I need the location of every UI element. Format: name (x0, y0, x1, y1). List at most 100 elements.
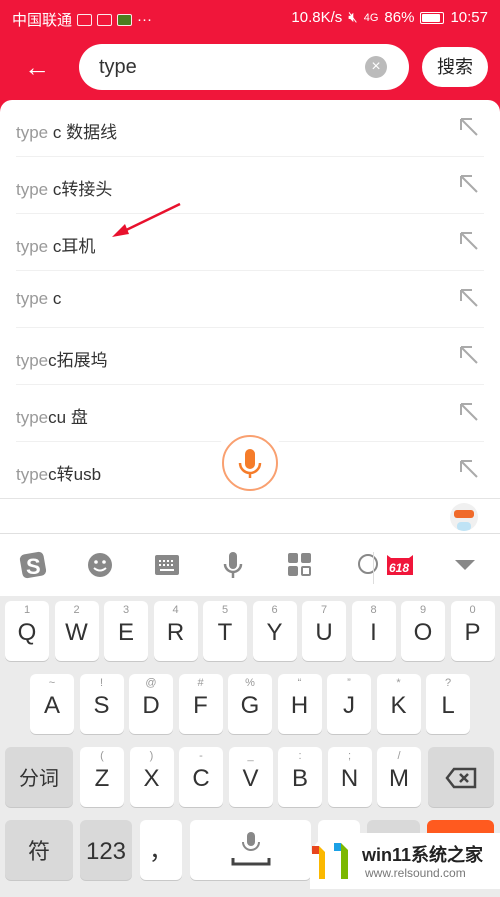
key-s[interactable]: ! S (79, 674, 124, 734)
fill-query-arrow-icon[interactable] (458, 401, 480, 423)
suggestion-item[interactable]: type c耳机 (16, 214, 484, 271)
key-label: 123 (85, 838, 127, 865)
key-p[interactable]: 0P (450, 601, 495, 661)
fill-query-arrow-icon[interactable] (458, 344, 480, 366)
key-hint: @ (145, 677, 157, 689)
watermark-url: www.relsound.com (365, 866, 466, 880)
key-hint: 2 (73, 604, 80, 616)
segment-key[interactable]: 分词 (5, 747, 73, 807)
key-label: X (143, 765, 160, 792)
comma-key[interactable]: ， (140, 820, 182, 880)
symbol-key[interactable]: 符 (5, 820, 73, 880)
key-label: E (117, 619, 134, 646)
suggestion-item[interactable]: type c转接头 (16, 157, 484, 214)
key-hint: ? (444, 677, 452, 689)
key-hint: 1 (23, 604, 31, 616)
key-w[interactable]: 2W (54, 601, 99, 661)
key-label: C (192, 765, 210, 792)
mascot-avatar-icon[interactable] (450, 503, 478, 531)
clear-icon[interactable]: × (365, 56, 387, 78)
suggestion-item[interactable]: typec拓展坞 (16, 328, 484, 385)
key-h[interactable]: “H (277, 674, 322, 734)
suggestion-text: typec拓展坞 (16, 351, 108, 370)
key-label: A (43, 692, 60, 719)
fill-query-arrow-icon[interactable] (458, 230, 480, 252)
key-k[interactable]: * K (376, 674, 421, 734)
watermark-title: win11系统之家 (362, 845, 484, 865)
keyboard-icon[interactable] (152, 550, 182, 580)
key-t[interactable]: 5T (203, 601, 247, 661)
key-label: S (93, 692, 110, 719)
key-hint: 5 (221, 604, 229, 616)
emoji-icon[interactable] (85, 550, 115, 580)
net-speed: 10.8K/s (291, 9, 343, 26)
key-f[interactable]: # F (178, 674, 223, 734)
key-label: O (413, 619, 433, 646)
key-d[interactable]: @ D (129, 674, 173, 734)
candidate-bar (0, 498, 500, 534)
suggestion-text: typec转usb (16, 465, 102, 484)
key-label: L (441, 692, 455, 719)
key-c[interactable]: -C (179, 747, 223, 807)
key-label: D (142, 692, 160, 719)
key-l[interactable]: ? L (426, 674, 470, 734)
key-label: J (343, 692, 355, 719)
key-hint: 7 (320, 604, 328, 616)
search-icon[interactable] (352, 550, 382, 580)
key-n[interactable]: ; N (327, 747, 372, 807)
key-x[interactable]: ) X (129, 747, 174, 807)
sogou-logo-icon[interactable]: S (18, 550, 48, 580)
suggestion-item[interactable]: type c (16, 271, 484, 328)
key-o[interactable]: 9O (401, 601, 445, 661)
suggestion-text: typecu 盘 (16, 408, 88, 427)
key-q[interactable]: 1Q (5, 601, 49, 661)
key-label: K (390, 692, 407, 719)
search-input[interactable] (99, 52, 359, 82)
watermark-logo-icon (312, 843, 348, 879)
key-b[interactable]: :B (278, 747, 322, 807)
voice-search-button[interactable] (222, 435, 278, 491)
key-hint: 0 (469, 604, 476, 616)
key-label: N (340, 765, 359, 792)
space-key[interactable] (190, 820, 311, 880)
fill-query-arrow-icon[interactable] (458, 116, 480, 138)
suggestion-item[interactable]: typecu 盘 (16, 385, 484, 442)
key-label: I (370, 619, 377, 646)
apps-grid-icon[interactable] (285, 550, 315, 580)
watermark: win11系统之家 www.relsound.com (310, 833, 500, 889)
key-r[interactable]: 4R (153, 601, 198, 661)
key-g[interactable]: % G (228, 674, 272, 734)
search-box: × (79, 44, 409, 90)
back-arrow-icon[interactable]: ← (24, 52, 54, 82)
voice-icon[interactable] (218, 550, 248, 580)
battery-icon (420, 11, 445, 24)
key-y[interactable]: 6Y (252, 601, 297, 661)
suggestion-item[interactable]: type c 数据线 (16, 100, 484, 157)
key-j[interactable]: ” J (327, 674, 371, 734)
key-hint: # (197, 677, 204, 689)
key-i[interactable]: 8I (351, 601, 396, 661)
key-hint: ” (347, 677, 351, 689)
key-u[interactable]: 7U (302, 601, 346, 661)
search-button[interactable]: 搜索 (422, 47, 488, 87)
key-v[interactable]: _ V (228, 747, 273, 807)
svg-text:S: S (26, 554, 41, 579)
key-a[interactable]: ~ A (30, 674, 74, 734)
key-e[interactable]: 3E (104, 601, 148, 661)
fill-query-arrow-icon[interactable] (458, 458, 480, 480)
delete-key[interactable] (428, 747, 494, 807)
battery-percent: 86% (384, 9, 415, 26)
collapse-icon[interactable] (450, 550, 480, 580)
key-m[interactable]: / M (377, 747, 421, 807)
promo-618-icon[interactable]: 618 (385, 550, 415, 580)
fill-query-arrow-icon[interactable] (458, 173, 480, 195)
more-notifications-icon: ··· (137, 11, 153, 28)
key-hint: 3 (122, 604, 130, 616)
suggestion-text: type c转接头 (16, 180, 113, 199)
fill-query-arrow-icon[interactable] (458, 287, 480, 309)
key-z[interactable]: (Z (80, 747, 124, 807)
microphone-icon (238, 449, 262, 478)
number-key[interactable]: 123 (80, 820, 132, 880)
key-label: B (291, 765, 308, 792)
key-label: ， (149, 838, 173, 865)
